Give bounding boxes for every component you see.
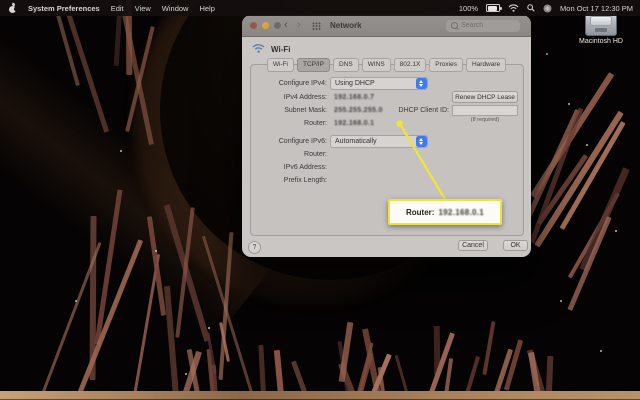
subnet-mask-label: Subnet Mask: (284, 107, 327, 114)
ipv4-address-label: IPv4 Address: (283, 93, 327, 101)
dhcp-client-id-hint: (If required) (470, 117, 500, 123)
siri-icon[interactable] (543, 4, 552, 13)
back-button[interactable]: ‹ (284, 19, 288, 31)
configure-ipv4-label: Configure IPv4: (278, 79, 327, 87)
background-stick (164, 286, 181, 400)
battery-icon[interactable] (486, 4, 502, 12)
tab-proxies[interactable]: Proxies (429, 58, 463, 72)
background-stick (482, 320, 496, 375)
cancel-button[interactable]: Cancel (458, 239, 488, 251)
callout-label: Router: (405, 207, 435, 217)
renew-dhcp-lease-button[interactable]: Renew DHCP Lease (452, 91, 518, 103)
tab-wins[interactable]: WINS (361, 58, 391, 72)
background-stick (529, 107, 584, 244)
minimize-button[interactable] (262, 22, 269, 29)
background-stick (56, 14, 80, 86)
dropdown-stepper-icon (415, 135, 427, 147)
callout-value: 192.168.0.1 (438, 207, 484, 217)
dropdown-stepper-icon (415, 77, 427, 89)
horizon-band (0, 391, 640, 400)
background-stick (566, 216, 612, 312)
search-input[interactable]: Search (446, 19, 520, 32)
search-icon (451, 22, 458, 29)
forward-button[interactable]: › (297, 19, 301, 31)
menu-view[interactable]: View (135, 4, 151, 13)
tab-bar: Wi-Fi TCP/IP DNS WINS 802.1X Proxies Har… (242, 58, 531, 72)
dhcp-client-id-field[interactable] (452, 104, 518, 116)
tab-tcpip[interactable]: TCP/IP (297, 58, 330, 72)
window-title: Network (330, 21, 362, 30)
service-row: Wi-Fi (252, 43, 290, 55)
star-dot (546, 53, 548, 55)
star-dot (155, 250, 157, 252)
router-label: Router: (304, 120, 327, 127)
menu-window[interactable]: Window (162, 4, 189, 13)
spotlight-search-icon[interactable] (527, 4, 535, 12)
star-dot (560, 300, 562, 302)
tab-8021x[interactable]: 802.1X (393, 58, 427, 72)
zoom-button[interactable] (274, 22, 281, 29)
show-all-grid-icon[interactable] (312, 22, 321, 30)
star-dot (208, 327, 210, 329)
macintosh-hd-label: Macintosh HD (579, 38, 623, 45)
ipv6-router-label: Router: (304, 150, 327, 158)
menu-help[interactable]: Help (199, 4, 214, 13)
configure-ipv6-label: Configure IPv6: (278, 137, 327, 145)
router-callout: Router: 192.168.0.1 (388, 199, 502, 225)
star-dot (75, 300, 77, 302)
wifi-status-icon[interactable] (508, 4, 519, 12)
tab-hardware[interactable]: Hardware (465, 58, 507, 72)
tab-wifi[interactable]: Wi-Fi (266, 58, 294, 72)
star-dot (568, 103, 570, 105)
configure-ipv4-dropdown[interactable]: Using DHCP (330, 76, 428, 90)
search-placeholder: Search (461, 22, 484, 29)
menu-clock[interactable]: Mon Oct 17 12:30 PM (560, 4, 633, 13)
menu-bar: System Preferences Edit View Window Help… (0, 0, 640, 16)
apple-menu-icon[interactable] (9, 2, 18, 13)
close-button[interactable] (250, 22, 257, 29)
ok-button[interactable]: OK (503, 239, 528, 251)
tab-dns[interactable]: DNS (332, 58, 359, 72)
service-name: Wi-Fi (271, 44, 291, 54)
star-dot (586, 144, 588, 146)
background-stick (175, 207, 195, 338)
prefix-length-label: Prefix Length: (283, 176, 327, 184)
desktop: Macintosh HD System Preferences Edit Vie… (0, 0, 640, 400)
star-dot (120, 150, 122, 152)
menu-app-name[interactable]: System Preferences (28, 4, 100, 13)
wifi-service-icon (252, 43, 265, 55)
battery-percent: 100% (458, 3, 479, 13)
star-dot (185, 373, 187, 375)
star-dot (615, 230, 617, 232)
help-button[interactable]: ? (248, 241, 261, 254)
configure-ipv6-dropdown[interactable]: Automatically (330, 134, 428, 148)
window-titlebar[interactable]: ‹ › Network Search (242, 15, 531, 37)
ipv6-address-label: IPv6 Address: (283, 163, 327, 171)
star-dot (600, 350, 602, 352)
router-value: 192.168.0.1 (334, 120, 375, 127)
dhcp-client-id-label: DHCP Client ID: (398, 107, 449, 114)
ipv4-address-value: 192.168.0.7 (334, 93, 375, 101)
menu-edit[interactable]: Edit (111, 4, 124, 13)
